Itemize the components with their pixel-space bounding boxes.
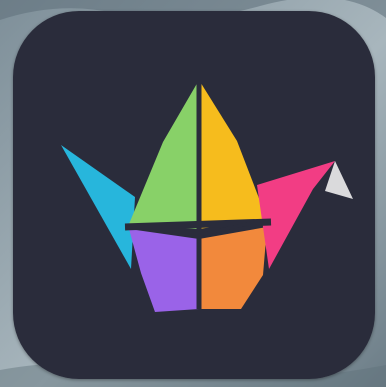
home-screen: [0, 0, 386, 387]
origami-crane-icon: [13, 11, 375, 379]
app-icon[interactable]: [13, 11, 375, 379]
